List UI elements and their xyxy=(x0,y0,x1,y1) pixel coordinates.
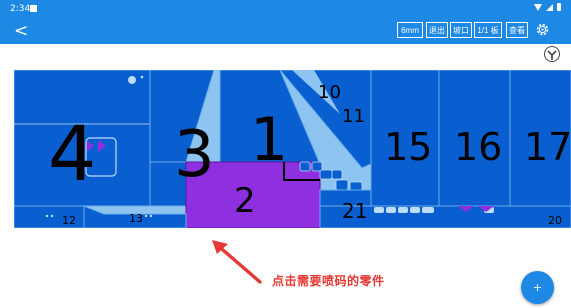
part-label-4: 4 xyxy=(48,109,96,198)
top-toolbar: < 6mm 退出 坡口 1/1 板 查看 xyxy=(0,18,571,44)
part-label-15: 15 xyxy=(384,125,432,169)
exit-button[interactable]: 退出 xyxy=(426,22,448,38)
signal-icon xyxy=(546,3,553,11)
part-label-12: 12 xyxy=(62,214,76,227)
hole-marker xyxy=(140,75,144,79)
notification-icon xyxy=(30,5,37,12)
wifi-icon xyxy=(534,3,542,11)
hint-text: 点击需要喷码的零件 xyxy=(272,274,385,288)
hole-marker xyxy=(128,76,136,84)
back-button[interactable]: < xyxy=(14,22,28,40)
floating-add-button[interactable]: + xyxy=(521,271,554,304)
nesting-plate-canvas[interactable]: 4 3 1 2 15 16 17 10 11 12 13 21 20 xyxy=(14,70,571,228)
part-label-2: 2 xyxy=(234,181,256,221)
part-label-20: 20 xyxy=(548,214,562,227)
filter-badge-icon[interactable] xyxy=(544,46,560,62)
part-label-10: 10 xyxy=(318,82,341,103)
part-label-13: 13 xyxy=(129,212,143,225)
pointer-arrow-icon xyxy=(212,240,262,284)
status-time: 2:34 xyxy=(10,4,31,14)
thickness-button[interactable]: 6mm xyxy=(397,22,423,38)
system-icons xyxy=(534,3,561,11)
part-label-16: 16 xyxy=(454,125,502,169)
part-label-1: 1 xyxy=(250,105,288,175)
part-label-17: 17 xyxy=(524,125,571,169)
settings-gear-icon[interactable] xyxy=(534,21,551,38)
part-label-11: 11 xyxy=(342,106,365,127)
view-button[interactable]: 查看 xyxy=(506,22,528,38)
part-label-21: 21 xyxy=(342,199,367,223)
status-bar: 2:34 xyxy=(0,0,571,18)
bevel-button[interactable]: 坡口 xyxy=(450,22,472,38)
battery-icon xyxy=(557,3,561,11)
part-label-3: 3 xyxy=(174,118,215,192)
plate-page-button[interactable]: 1/1 板 xyxy=(474,22,502,38)
